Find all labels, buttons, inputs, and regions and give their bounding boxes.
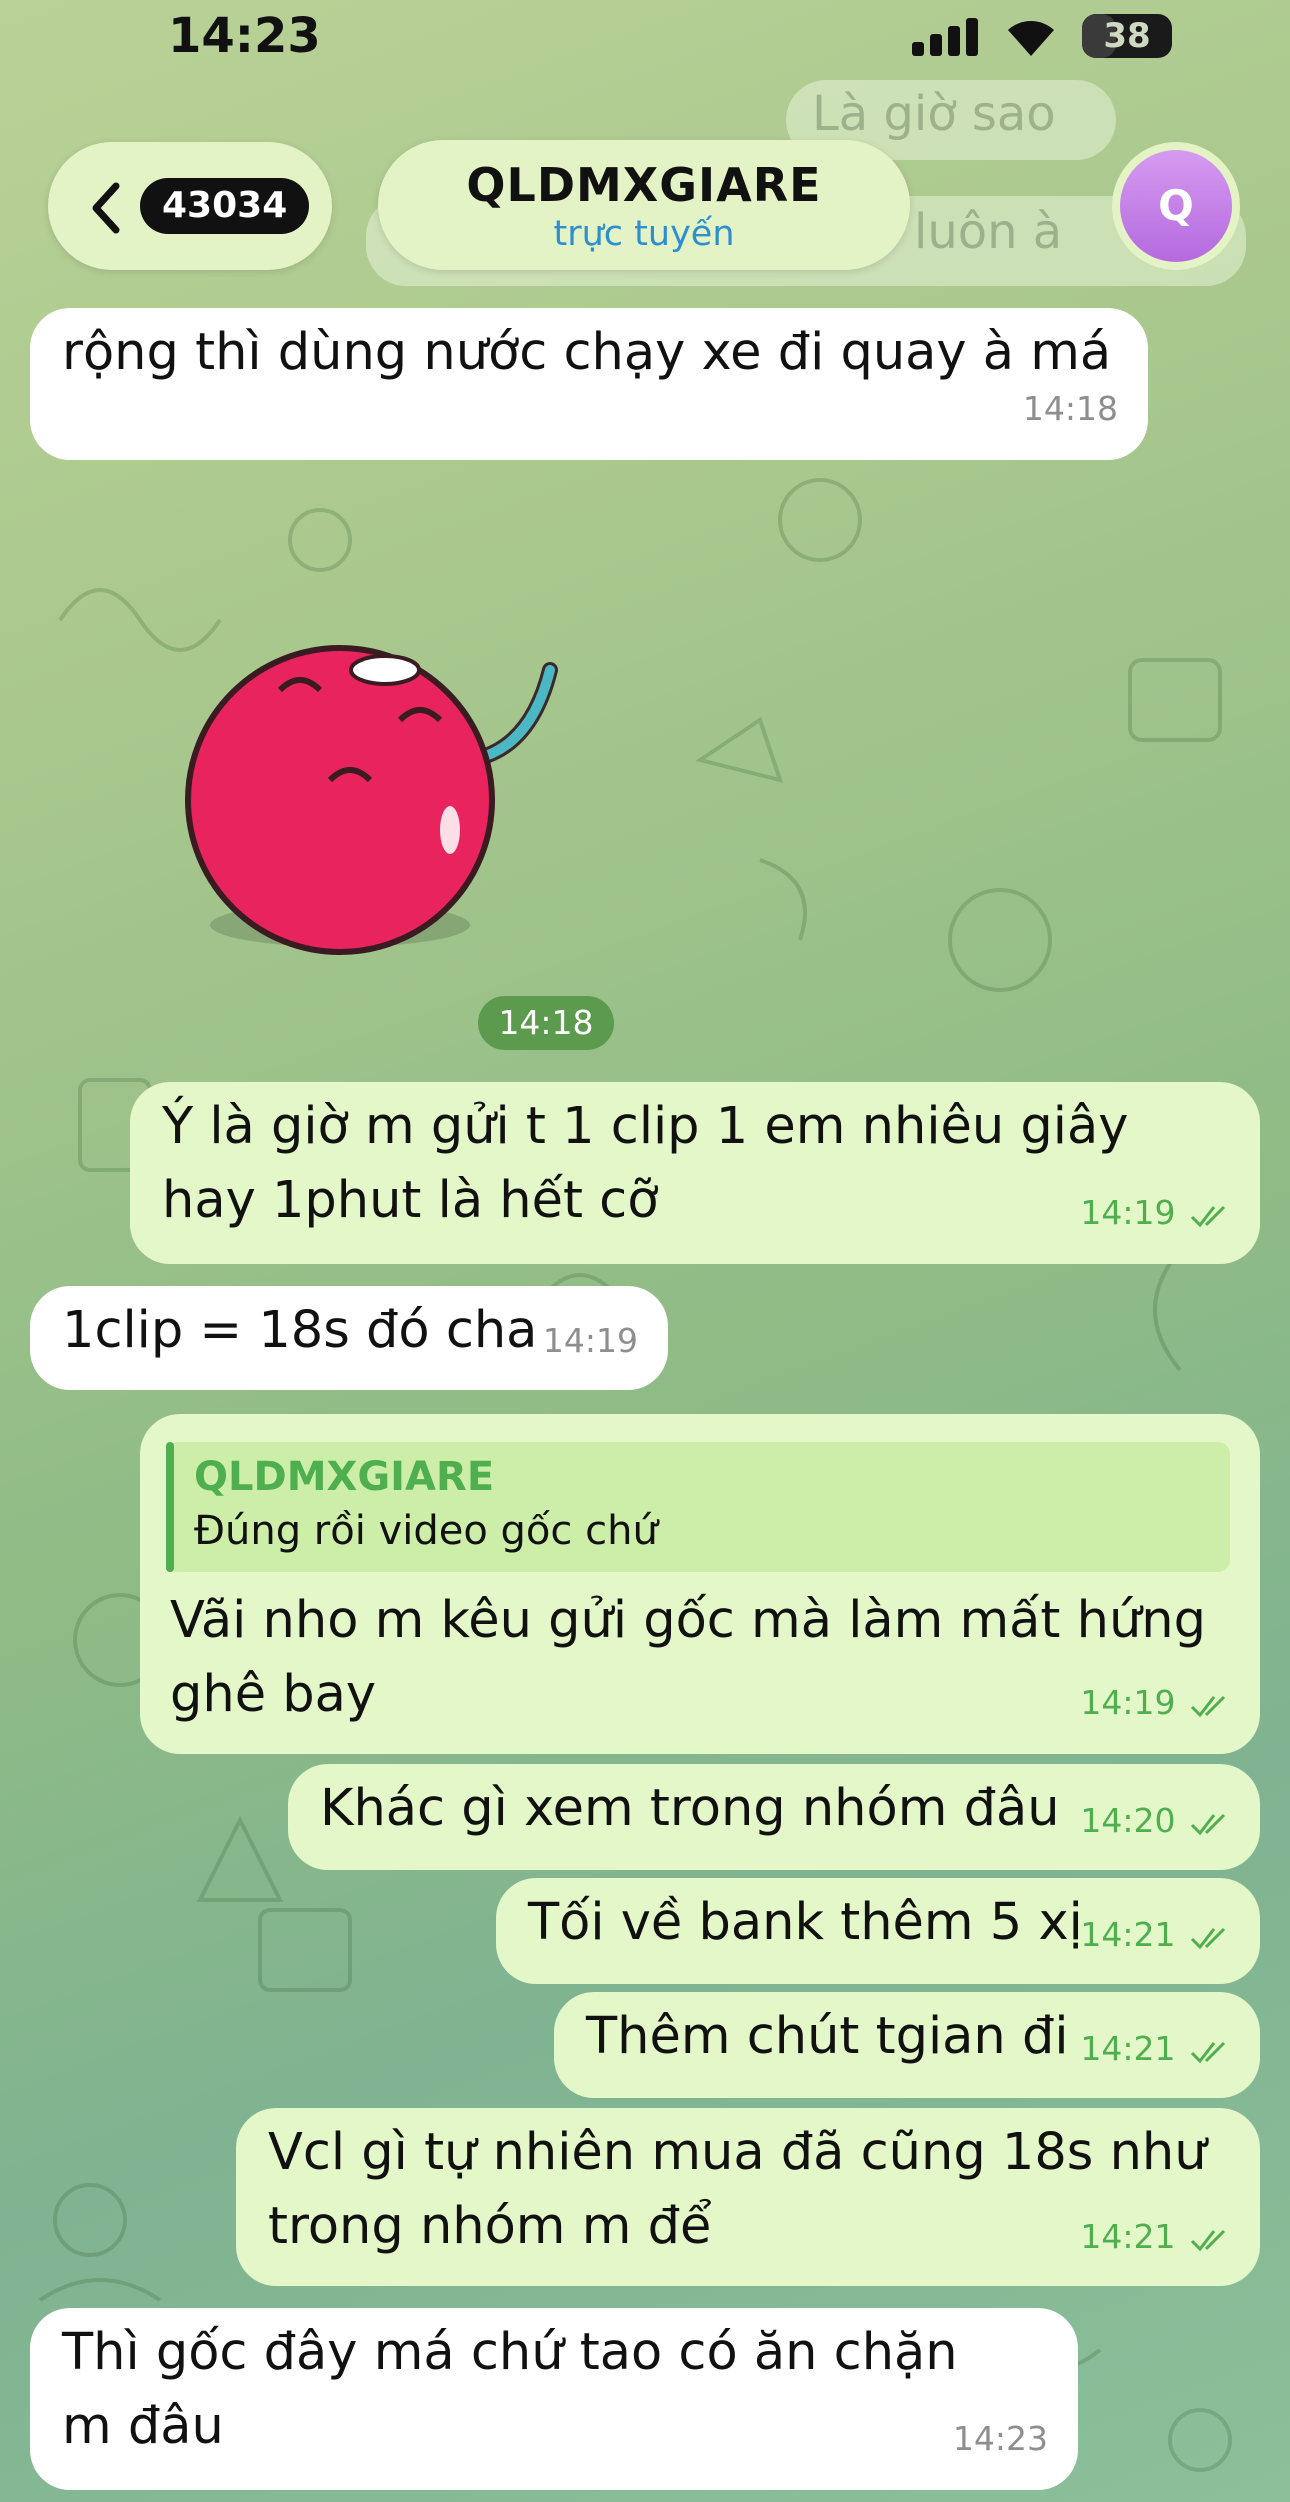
double-check-icon	[1190, 1205, 1226, 1227]
sticker-image[interactable]	[170, 640, 600, 970]
reply-quote[interactable]: QLDMXGIARE Đúng rồi video gốc chứ	[166, 1442, 1230, 1572]
message-incoming[interactable]: Thì gốc đây má chứ tao có ăn chặn m đâu …	[30, 2308, 1078, 2490]
double-check-icon	[1190, 1813, 1226, 1835]
message-text: Thì gốc đây má chứ tao có ăn chặn m đâu	[62, 2323, 958, 2456]
message-time-value: 14:21	[1080, 2217, 1176, 2256]
avatar[interactable]: Q	[1112, 142, 1240, 270]
message-time-value: 14:21	[1080, 2029, 1176, 2068]
message-text: Ý là giờ m gửi t 1 clip 1 em nhiêu giây …	[162, 1097, 1129, 1230]
ghost-text-2: luôn à	[914, 204, 1063, 260]
message-time: 14:20	[1080, 1784, 1238, 1858]
message-time-value: 14:19	[1080, 1193, 1176, 1232]
chevron-left-icon	[92, 182, 120, 234]
message-outgoing[interactable]: Tối về bank thêm 5 xị 14:21	[496, 1878, 1260, 1984]
double-check-icon	[1190, 2229, 1226, 2251]
battery-indicator: 38	[1082, 14, 1172, 58]
ghost-text-1: Là giờ sao	[812, 86, 1056, 142]
double-check-icon	[1190, 2041, 1226, 2063]
status-bar: 14:23 38	[0, 0, 1290, 70]
double-check-icon	[1190, 1927, 1226, 1949]
message-time-value: 14:21	[1080, 1915, 1176, 1954]
message-time: 14:21	[1080, 2200, 1238, 2274]
back-button[interactable]: 43034	[48, 142, 332, 270]
avatar-letter: Q	[1120, 150, 1232, 262]
message-time-value: 14:19	[1080, 1683, 1176, 1722]
message-incoming[interactable]: 1clip = 18s đó cha 14:19	[30, 1286, 668, 1390]
chat-title: QLDMXGIARE	[466, 158, 822, 212]
reply-author: QLDMXGIARE	[194, 1454, 495, 1500]
message-text: Vãi nho m kêu gửi gốc mà làm mất hứng gh…	[170, 1591, 1206, 1724]
message-text: rộng thì dùng nước chạy xe đi quay à má	[62, 323, 1112, 382]
double-check-icon	[1190, 1695, 1226, 1717]
message-outgoing[interactable]: Khác gì xem trong nhóm đâu 14:20	[288, 1764, 1260, 1870]
cellular-signal-icon	[912, 18, 978, 56]
online-status: trực tuyến	[553, 214, 735, 254]
reply-accent-bar	[166, 1442, 174, 1572]
message-time: 14:19	[1080, 1176, 1238, 1250]
message-time-value: 14:20	[1080, 1801, 1176, 1840]
message-time: 14:18	[1022, 389, 1118, 428]
wifi-icon	[1008, 21, 1054, 56]
message-outgoing[interactable]: Ý là giờ m gửi t 1 clip 1 em nhiêu giây …	[130, 1082, 1260, 1264]
message-outgoing[interactable]: Thêm chút tgian đi 14:21	[554, 1992, 1260, 2098]
message-time: 14:19	[1080, 1666, 1238, 1740]
message-outgoing[interactable]: Vcl gì tự nhiên mua đã cũng 18s như tron…	[236, 2108, 1260, 2286]
clock: 14:23	[168, 8, 321, 64]
message-incoming[interactable]: rộng thì dùng nước chạy xe đi quay à má …	[30, 308, 1148, 460]
sticker-time: 14:18	[478, 996, 614, 1050]
message-time: 14:23	[952, 2419, 1048, 2458]
message-time: 14:21	[1080, 1898, 1238, 1972]
reply-text: Đúng rồi video gốc chứ	[194, 1508, 658, 1554]
battery-percent: 38	[1103, 16, 1151, 56]
unread-count-badge: 43034	[140, 178, 310, 234]
chat-title-button[interactable]: QLDMXGIARE trực tuyến	[378, 140, 910, 270]
message-time: 14:21	[1080, 2012, 1238, 2086]
message-time: 14:19	[542, 1321, 638, 1360]
